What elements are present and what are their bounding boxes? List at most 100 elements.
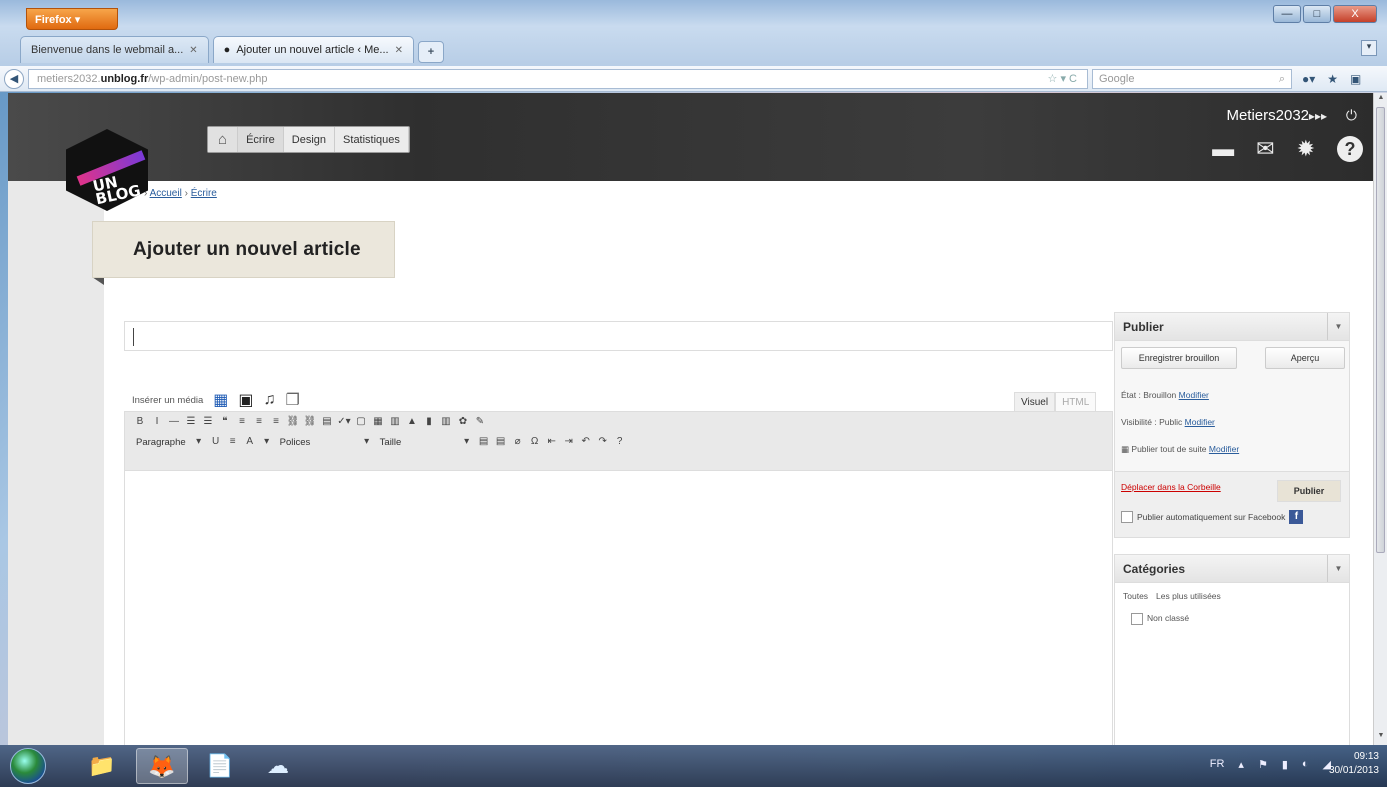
tab-most-used[interactable]: Les plus utilisées: [1156, 591, 1221, 601]
format-select[interactable]: Paragraphe: [133, 436, 189, 449]
chevron-down-icon[interactable]: ▼: [1327, 555, 1349, 582]
modify-schedule-link[interactable]: Modifier: [1209, 444, 1239, 454]
close-window-button[interactable]: X: [1333, 5, 1377, 23]
firefox-taskbar-icon[interactable]: 🦊: [136, 748, 188, 784]
bookmark-star-icon[interactable]: ★: [1327, 72, 1338, 86]
close-tab-icon[interactable]: ✕: [189, 45, 197, 56]
add-image-icon[interactable]: ▦: [213, 390, 228, 410]
modify-visibility-link[interactable]: Modifier: [1185, 417, 1215, 427]
search-icon[interactable]: ⌕: [1279, 73, 1285, 85]
bullet-list-button[interactable]: ☰: [184, 415, 198, 429]
scroll-up-icon[interactable]: ▲: [1374, 94, 1387, 106]
document-taskbar-icon[interactable]: 📄: [194, 748, 246, 784]
underline-button[interactable]: U: [209, 435, 223, 449]
language-indicator[interactable]: FR: [1210, 758, 1225, 771]
facebook-checkbox[interactable]: [1121, 511, 1133, 523]
chevron-down-icon[interactable]: ▾: [460, 435, 474, 449]
clock[interactable]: 09:13 30/01/2013: [1329, 750, 1379, 778]
insert-video-button[interactable]: ▲: [405, 415, 419, 429]
insert-plugin-button[interactable]: ✿: [456, 415, 470, 429]
clear-format-button[interactable]: ⌀: [511, 435, 525, 449]
scrollbar-thumb[interactable]: [1376, 107, 1385, 553]
firefox-menu-button[interactable]: Firefox ▾: [26, 8, 118, 30]
comments-icon[interactable]: ▬: [1212, 136, 1234, 162]
new-tab-button[interactable]: +: [417, 41, 444, 63]
app-taskbar-icon[interactable]: ☁: [252, 748, 304, 784]
size-select[interactable]: Taille: [377, 436, 457, 449]
insert-link-button[interactable]: ⛓: [286, 415, 300, 429]
menu-item-ecrire[interactable]: Écrire: [238, 127, 284, 152]
tab-new-article[interactable]: ● Ajouter un nouvel article ‹ Me... ✕: [212, 36, 414, 63]
chevron-down-icon[interactable]: ▾: [360, 435, 374, 449]
menu-item-design[interactable]: Design: [284, 127, 336, 152]
username[interactable]: Metiers2032: [1226, 107, 1309, 124]
back-button[interactable]: ◀: [4, 68, 24, 89]
post-title-input[interactable]: [124, 321, 1113, 351]
strikethrough-button[interactable]: —: [167, 415, 181, 429]
addon-icon[interactable]: ●▾: [1302, 72, 1315, 86]
network-icon[interactable]: ▮: [1282, 758, 1288, 771]
tab-list-icon[interactable]: ▾: [1361, 40, 1377, 56]
align-right-button[interactable]: ≡: [269, 415, 283, 429]
insert-more-button[interactable]: ▤: [320, 415, 334, 429]
tab-webmail[interactable]: Bienvenue dans le webmail a... ✕: [20, 36, 209, 63]
breadcrumb-ecrire[interactable]: Écrire: [191, 188, 217, 199]
save-draft-button[interactable]: Enregistrer brouillon: [1121, 347, 1237, 369]
add-media-icon[interactable]: ❐: [286, 390, 300, 410]
preview-button[interactable]: Aperçu: [1265, 347, 1345, 369]
insert-table-button[interactable]: ▦: [371, 415, 385, 429]
add-video-icon[interactable]: ▣: [238, 390, 253, 410]
tab-all-categories[interactable]: Toutes: [1123, 591, 1148, 601]
special-char-button[interactable]: Ω: [528, 435, 542, 449]
search-input[interactable]: Google ⌕: [1092, 68, 1292, 89]
insert-image-button[interactable]: ▥: [439, 415, 453, 429]
close-tab-icon[interactable]: ✕: [395, 45, 403, 56]
add-audio-icon[interactable]: ♫: [264, 391, 276, 409]
help-icon[interactable]: ?: [1337, 136, 1363, 162]
maximize-button[interactable]: □: [1303, 5, 1331, 23]
home-icon[interactable]: ⌂: [208, 127, 239, 152]
address-bar[interactable]: metiers2032.unblog.fr/wp-admin/post-new.…: [28, 68, 1088, 89]
blockquote-button[interactable]: ❝: [218, 415, 232, 429]
logout-icon[interactable]: ⏻: [1346, 107, 1357, 124]
outdent-button[interactable]: ⇤: [545, 435, 559, 449]
user-menu-arrows-icon[interactable]: ▸▸▸: [1309, 109, 1327, 123]
tab-html[interactable]: HTML: [1055, 392, 1097, 413]
insert-gallery-button[interactable]: ▥: [388, 415, 402, 429]
chevron-down-icon[interactable]: ▾: [260, 435, 274, 449]
publish-button[interactable]: Publier: [1277, 480, 1341, 502]
indent-button[interactable]: ⇥: [562, 435, 576, 449]
numbered-list-button[interactable]: ☰: [201, 415, 215, 429]
align-center-button[interactable]: ≡: [252, 415, 266, 429]
edit-button[interactable]: ✎: [473, 415, 487, 429]
menu-item-statistiques[interactable]: Statistiques: [335, 127, 409, 152]
chevron-down-icon[interactable]: ▼: [1327, 313, 1349, 340]
bold-button[interactable]: B: [133, 415, 147, 429]
chevron-down-icon[interactable]: ▾: [192, 435, 206, 449]
editor-content-area[interactable]: [124, 471, 1113, 745]
minimize-button[interactable]: —: [1273, 5, 1301, 23]
bookmarks-menu-icon[interactable]: ▣: [1350, 72, 1361, 86]
spellcheck-button[interactable]: ✓▾: [337, 415, 351, 429]
modify-status-link[interactable]: Modifier: [1179, 390, 1209, 400]
app-tray-icon[interactable]: ◐: [1302, 758, 1309, 771]
mail-icon[interactable]: ✉: [1256, 136, 1274, 162]
publish-header[interactable]: Publier ▼: [1115, 313, 1349, 341]
scroll-down-icon[interactable]: ▼: [1374, 732, 1387, 744]
move-to-trash-link[interactable]: Déplacer dans la Corbeille: [1121, 482, 1221, 492]
undo-button[interactable]: ↶: [579, 435, 593, 449]
paste-word-button[interactable]: ▤: [494, 435, 508, 449]
vertical-scrollbar[interactable]: ▲ ▼: [1373, 93, 1387, 745]
bookmark-reload-icons[interactable]: ☆ ▾ C: [1048, 72, 1077, 85]
paste-text-button[interactable]: ▤: [477, 435, 491, 449]
action-center-icon[interactable]: ⚑: [1258, 758, 1268, 771]
fullscreen-button[interactable]: ▢: [354, 415, 368, 429]
help-button[interactable]: ?: [613, 435, 627, 449]
category-checkbox[interactable]: [1131, 613, 1143, 625]
text-color-button[interactable]: A: [243, 435, 257, 449]
show-hidden-icon[interactable]: ▴: [1238, 758, 1244, 771]
unlink-button[interactable]: ⛓: [303, 415, 317, 429]
tab-visual[interactable]: Visuel: [1014, 392, 1056, 413]
font-select[interactable]: Polices: [277, 436, 357, 449]
categories-header[interactable]: Catégories ▼: [1115, 555, 1349, 583]
